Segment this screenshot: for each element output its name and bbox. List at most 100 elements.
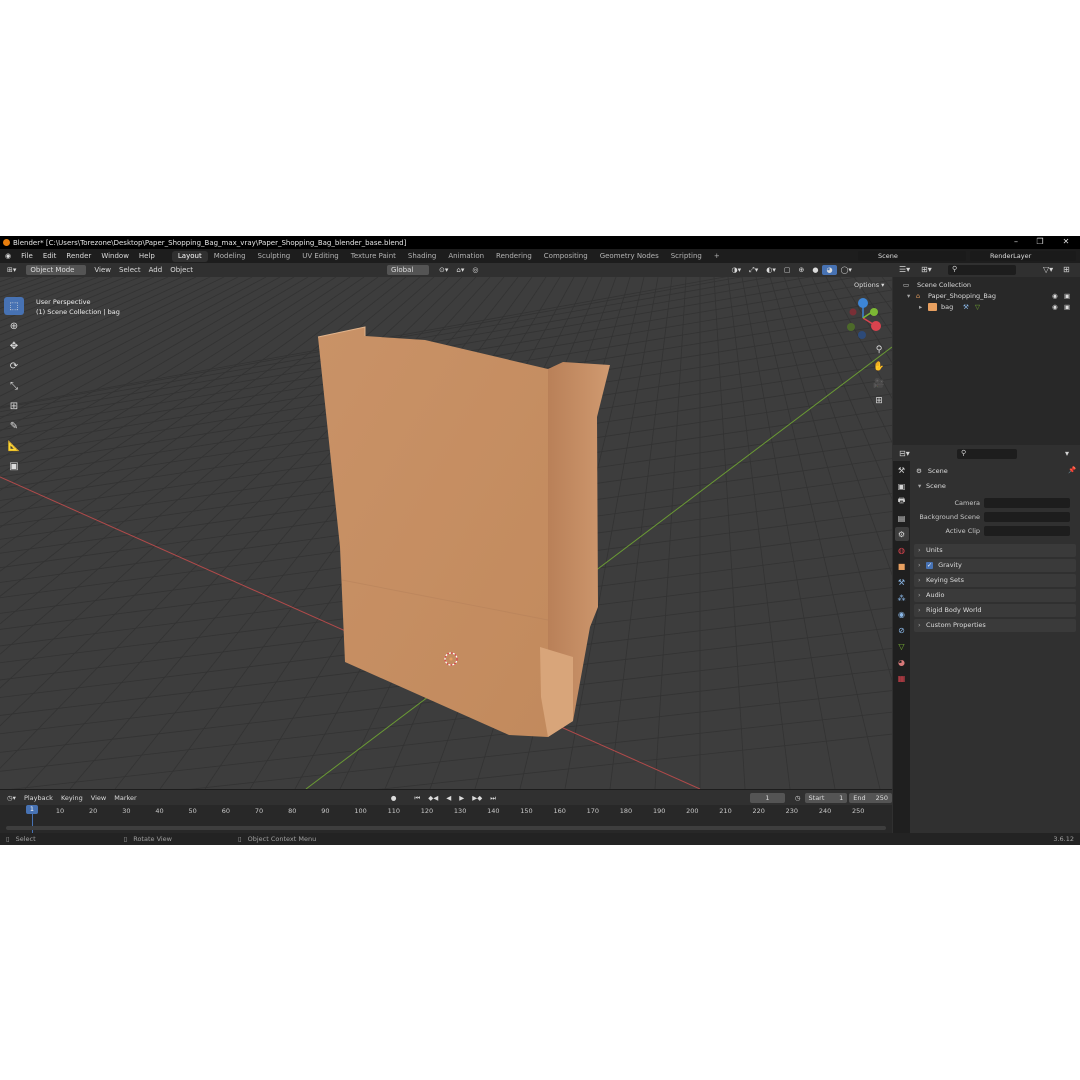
outliner-row-bag[interactable]: ▸ bag ⚒ ▽ ◉ ▣ [893,302,1080,313]
menu-add[interactable]: Add [145,265,167,275]
scale-tool-icon[interactable]: ⤡ [4,377,24,395]
render-tab-icon[interactable]: ▣ [895,479,909,493]
move-tool-icon[interactable]: ✥ [4,337,24,355]
minimize-icon[interactable]: – [1004,236,1028,249]
constraints-tab-icon[interactable]: ⊘ [895,623,909,637]
tab-texture-paint[interactable]: Texture Paint [345,251,402,262]
shading-material-icon[interactable]: ◕ [822,265,837,275]
display-mode-icon[interactable]: ⊞▾ [921,265,932,274]
shading-wireframe-icon[interactable]: ⊕ [794,265,808,275]
overlays-icon[interactable]: ◐▾ [762,265,780,275]
modifier-tab-icon[interactable]: ⚒ [895,575,909,589]
properties-editor-icon[interactable]: ⊟▾ [899,449,910,458]
render-camera-icon[interactable]: ▣ [1064,291,1070,302]
panel-units[interactable]: › Units [914,544,1076,557]
particles-tab-icon[interactable]: ⁂ [895,591,909,605]
options-dropdown[interactable]: Options ▾ [854,281,884,289]
scene-tab-icon[interactable]: ⚙ [894,527,909,541]
jump-end-icon[interactable]: ⏭ [486,793,500,803]
filter-icon[interactable]: ▽▾ [1043,265,1053,274]
pin-icon[interactable]: 📌 [1068,466,1076,474]
panel-keying-sets[interactable]: › Keying Sets [914,574,1076,587]
panel-rigid-body-world[interactable]: › Rigid Body World [914,604,1076,617]
viewport-visibility-icon[interactable]: ◑▾ [727,265,745,275]
add-cube-tool-icon[interactable]: ▣ [4,457,24,475]
maximize-icon[interactable]: ❐ [1028,236,1052,249]
menu-help[interactable]: Help [134,252,160,260]
timeline-area[interactable]: 1 10 20 30 40 50 60 70 80 90 100 110 120 130 140 150 16… [0,805,892,833]
end-frame-field[interactable]: End 250 [849,792,893,803]
material-tab-icon[interactable]: ◕ [895,655,909,669]
outliner-editor-icon[interactable]: ☰▾ [899,265,910,274]
menu-playback[interactable]: Playback [20,793,57,803]
select-box-tool-icon[interactable]: ⬚ [4,297,24,315]
menu-marker[interactable]: Marker [110,793,140,803]
object-tab-icon[interactable]: ■ [895,559,909,573]
menu-file[interactable]: File [16,252,38,260]
expand-chevron-icon[interactable]: ▾ [907,291,910,302]
visibility-eye-icon[interactable]: ◉ [1052,302,1058,313]
view-layer-selector[interactable]: RenderLayer [970,251,1076,261]
preview-range-icon[interactable]: ◷ [791,793,805,803]
xray-icon[interactable]: ▢ [780,265,795,275]
tab-uv-editing[interactable]: UV Editing [296,251,345,262]
blender-menu-icon[interactable]: ◉ [0,252,16,260]
play-icon[interactable]: ▶ [455,793,468,803]
tool-tab-icon[interactable]: ⚒ [895,463,909,477]
texture-tab-icon[interactable]: ▦ [895,671,909,685]
tab-geometry-nodes[interactable]: Geometry Nodes [594,251,665,262]
play-reverse-icon[interactable]: ◀ [442,793,455,803]
auto-key-icon[interactable]: ● [387,793,401,803]
rotate-tool-icon[interactable]: ⟳ [4,357,24,375]
tab-modeling[interactable]: Modeling [208,251,252,262]
transform-orientation-selector[interactable]: Global [387,265,429,275]
next-keyframe-icon[interactable]: ▶◆ [468,793,486,803]
view-layer-tab-icon[interactable]: ▤ [895,511,909,525]
tab-sculpting[interactable]: Sculpting [252,251,297,262]
render-camera-icon[interactable]: ▣ [1064,302,1070,313]
output-tab-icon[interactable]: 🖶 [895,495,909,509]
paper-bag-object[interactable] [317,326,610,789]
active-clip-field[interactable] [984,526,1070,536]
measure-tool-icon[interactable]: 📐 [4,437,24,455]
prev-keyframe-icon[interactable]: ◆◀ [424,793,442,803]
3d-viewport[interactable]: User Perspective (1) Scene Collection | … [0,277,892,789]
expand-chevron-icon[interactable]: ▸ [919,302,922,313]
cursor-tool-icon[interactable]: ⊕ [4,317,24,335]
visibility-eye-icon[interactable]: ◉ [1052,291,1058,302]
menu-timeline-view[interactable]: View [87,793,110,803]
pivot-icon[interactable]: ⊙▾ [435,265,452,275]
physics-tab-icon[interactable]: ◉ [895,607,909,621]
panel-gravity[interactable]: › ✓ Gravity [914,559,1076,572]
menu-render[interactable]: Render [61,252,96,260]
gizmo-toggle-icon[interactable]: ⤢▾ [745,265,762,275]
jump-start-icon[interactable]: ⏮ [410,793,424,803]
camera-field[interactable] [984,498,1070,508]
zoom-icon[interactable]: ⚲ [871,345,887,359]
shading-solid-icon[interactable]: ● [808,265,822,275]
current-frame-field[interactable]: 1 [750,792,785,803]
editor-type-icon[interactable]: ⊞▾ [3,265,20,275]
outliner-row-collection[interactable]: ▾ ⌂ Paper_Shopping_Bag ◉ ▣ [893,291,1080,302]
transform-tool-icon[interactable]: ⊞ [4,397,24,415]
data-tab-icon[interactable]: ▽ [895,639,909,653]
proportional-editing-icon[interactable]: ◎ [468,265,482,275]
outliner-row-scene-collection[interactable]: ▭ Scene Collection [893,280,1080,291]
gravity-checkbox[interactable]: ✓ [926,561,933,569]
snap-icon[interactable]: ⌂▾ [452,265,468,275]
timeline-editor-icon[interactable]: ◷▾ [3,793,20,803]
close-icon[interactable]: ✕ [1054,236,1078,249]
tab-scripting[interactable]: Scripting [665,251,708,262]
menu-select[interactable]: Select [115,265,145,275]
background-scene-field[interactable] [984,512,1070,522]
properties-options-icon[interactable]: ▾ [1065,449,1069,458]
panel-scene-header[interactable]: ▾ Scene [914,480,1076,493]
tab-animation[interactable]: Animation [442,251,490,262]
outliner-search-input[interactable]: ⚲ [948,265,1016,275]
annotate-tool-icon[interactable]: ✎ [4,417,24,435]
timeline-scrollbar[interactable] [6,826,886,830]
new-collection-icon[interactable]: ⊞ [1063,265,1070,274]
tab-compositing[interactable]: Compositing [538,251,594,262]
playhead[interactable]: 1 [26,805,38,814]
start-frame-field[interactable]: Start 1 [804,792,848,803]
